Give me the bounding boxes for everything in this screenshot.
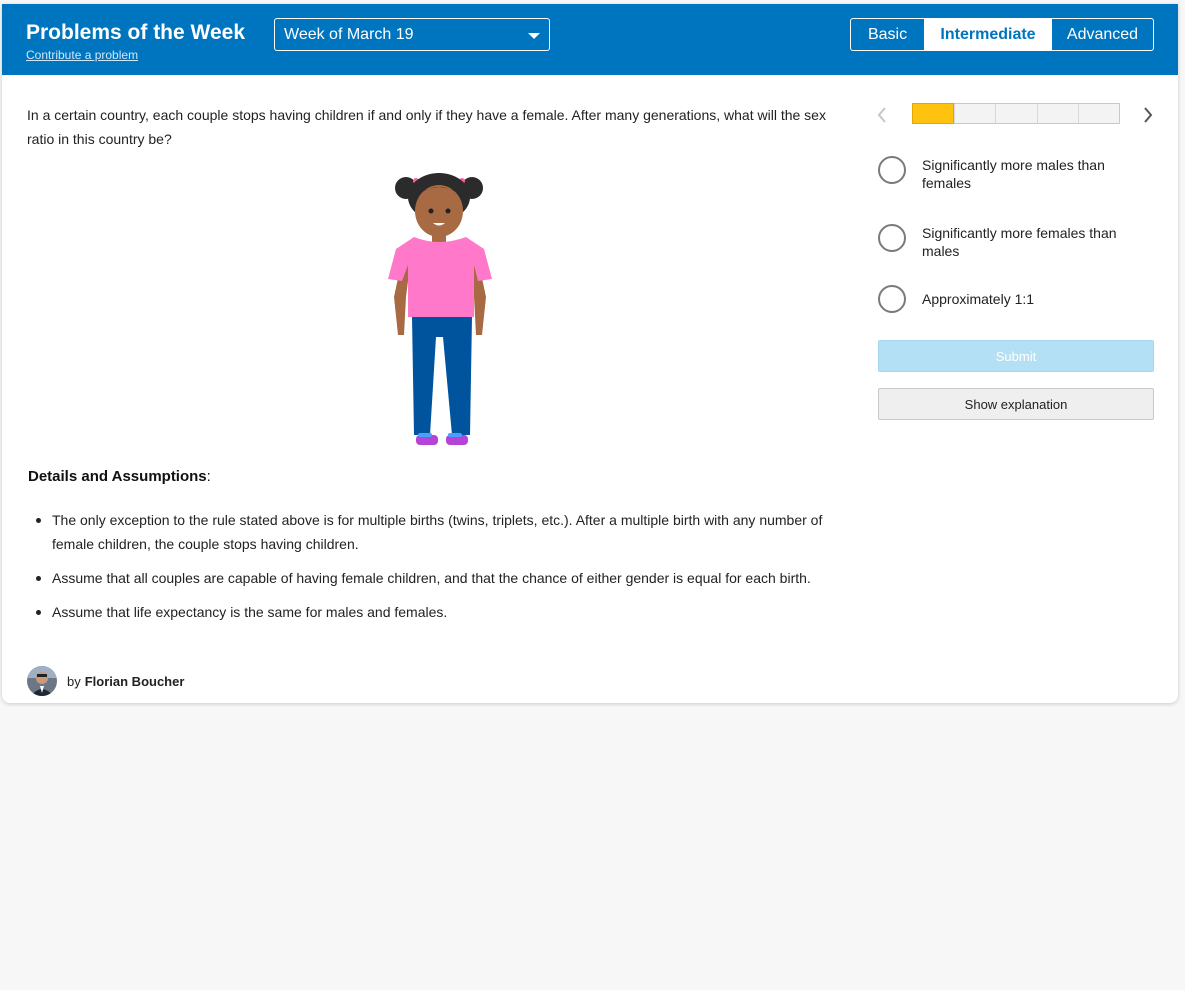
problem-card: Problems of the Week Contribute a proble…: [2, 4, 1178, 703]
details-heading-colon: :: [206, 468, 211, 485]
list-item: Assume that all couples are capable of h…: [28, 566, 868, 590]
answer-option-label: Significantly more males than females: [922, 157, 1105, 191]
avatar[interactable]: [27, 666, 57, 696]
author-line: by Florian Boucher: [27, 665, 184, 697]
answer-option[interactable]: Significantly more females than males: [878, 224, 1158, 264]
details-list: The only exception to the rule stated ab…: [28, 508, 868, 634]
list-item: The only exception to the rule stated ab…: [28, 508, 868, 556]
week-select-value: Week of March 19: [284, 26, 414, 43]
chevron-left-icon[interactable]: [874, 105, 890, 125]
level-toggle: Basic Intermediate Advanced: [850, 18, 1154, 51]
list-item: Assume that life expectancy is the same …: [28, 600, 868, 624]
contribute-link[interactable]: Contribute a problem: [26, 48, 138, 62]
author-prefix: by: [67, 673, 81, 689]
author-name[interactable]: Florian Boucher: [85, 674, 185, 689]
progress-segment: [912, 103, 955, 124]
answer-option-label: Significantly more females than males: [922, 225, 1117, 259]
progress-segment: [995, 104, 1036, 123]
answer-option-label: Approximately 1:1: [922, 291, 1035, 307]
progress-segment: [1036, 104, 1078, 123]
details-heading-bold: Details and Assumptions: [28, 468, 207, 485]
radio-button[interactable]: [878, 156, 906, 184]
details-heading: Details and Assumptions:: [28, 468, 211, 485]
caret-down-icon: [528, 33, 540, 39]
page-title: Problems of the Week: [26, 21, 246, 44]
level-advanced-button[interactable]: Advanced: [1051, 19, 1153, 50]
week-select[interactable]: Week of March 19: [274, 18, 550, 51]
progress-segment: [954, 104, 995, 123]
answer-option[interactable]: Approximately 1:1: [878, 285, 1158, 315]
radio-button[interactable]: [878, 224, 906, 252]
progress-bar: [912, 103, 1120, 124]
level-intermediate-button[interactable]: Intermediate: [924, 19, 1051, 50]
radio-button[interactable]: [878, 285, 906, 313]
show-explanation-button[interactable]: Show explanation: [878, 388, 1154, 420]
girl-illustration: [388, 173, 492, 445]
submit-button[interactable]: Submit: [878, 340, 1154, 372]
chevron-right-icon[interactable]: [1140, 105, 1156, 125]
answer-option[interactable]: Significantly more males than females: [878, 156, 1158, 196]
progress-segment: [1077, 104, 1119, 123]
header-bar: Problems of the Week Contribute a proble…: [2, 4, 1178, 75]
level-basic-button[interactable]: Basic: [851, 19, 924, 50]
question-text: In a certain country, each couple stops …: [27, 107, 826, 147]
